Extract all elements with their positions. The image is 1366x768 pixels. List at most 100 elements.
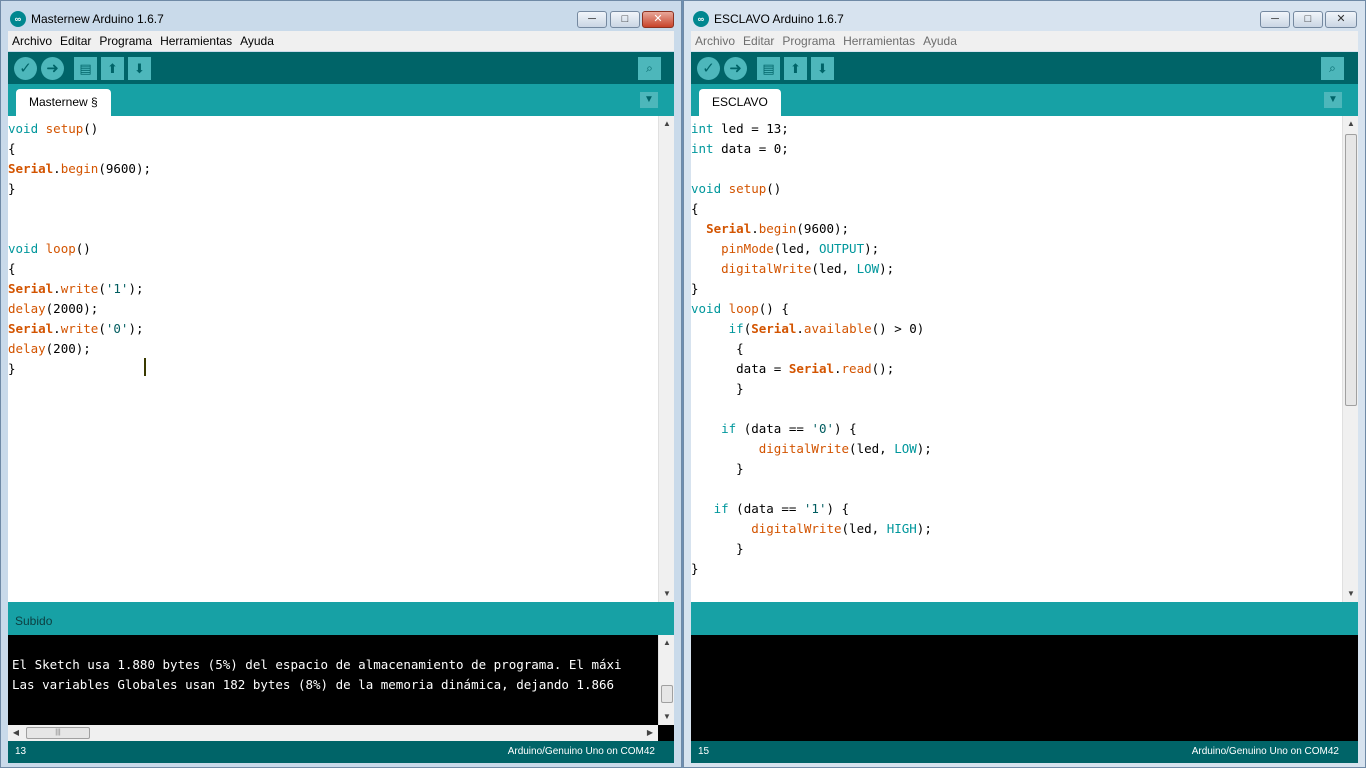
tab-masternew[interactable]: Masternew § — [16, 89, 111, 116]
scroll-down-icon[interactable]: ▼ — [659, 709, 674, 725]
new-button[interactable]: ▤ — [74, 57, 97, 80]
scroll-down-icon[interactable]: ▼ — [1343, 586, 1358, 602]
arrow-right-icon: ➜ — [46, 60, 59, 77]
scroll-thumb[interactable] — [1345, 134, 1357, 406]
menu-herramientas[interactable]: Herramientas — [839, 31, 919, 51]
menu-programa[interactable]: Programa — [95, 31, 156, 51]
menu-editar[interactable]: Editar — [739, 31, 778, 51]
tab-menu-button[interactable]: ▼ — [640, 92, 658, 108]
arrow-down-icon: ⬇ — [134, 61, 145, 76]
status-bar: Subido — [8, 602, 674, 635]
window-title: ESCLAVO Arduino 1.6.7 — [714, 12, 844, 26]
upload-button[interactable]: ➜ — [724, 57, 747, 80]
code-line: { — [8, 259, 656, 279]
minimize-button[interactable]: ─ — [577, 11, 607, 28]
scroll-up-icon[interactable]: ▲ — [659, 635, 674, 651]
arduino-logo-icon: ∞ — [693, 11, 709, 27]
close-button[interactable]: ✕ — [1325, 11, 1357, 28]
toolbar: ✓ ➜ ▤ ⬆ ⬇ ⌕ — [691, 52, 1358, 84]
code-token: '0' — [105, 321, 129, 336]
code-token: . — [796, 321, 804, 336]
scroll-thumb[interactable]: ||| — [26, 727, 90, 739]
menu-ayuda[interactable]: Ayuda — [919, 31, 961, 51]
menu-herramientas[interactable]: Herramientas — [156, 31, 236, 51]
check-icon: ✓ — [702, 60, 715, 77]
menu-programa[interactable]: Programa — [778, 31, 839, 51]
minimize-button[interactable]: ─ — [1260, 11, 1290, 28]
code-token: setup — [728, 181, 767, 196]
serial-monitor-button[interactable]: ⌕ — [638, 57, 661, 80]
code-line: } — [8, 179, 656, 199]
code-line: { — [8, 139, 656, 159]
code-token: void — [691, 181, 722, 196]
code-editor[interactable]: int led = 13; int data = 0; void setup(){ … — [691, 116, 1358, 602]
save-button[interactable]: ⬇ — [811, 57, 834, 80]
tab-esclavo[interactable]: ESCLAVO — [699, 89, 781, 116]
save-button[interactable]: ⬇ — [128, 57, 151, 80]
maximize-button[interactable]: □ — [610, 11, 640, 28]
check-icon: ✓ — [19, 60, 32, 77]
code-token: (led, — [841, 521, 887, 536]
code-token: '1' — [803, 501, 827, 516]
upload-button[interactable]: ➜ — [41, 57, 64, 80]
maximize-button[interactable]: □ — [1293, 11, 1323, 28]
code-token: (data == — [728, 501, 804, 516]
menu-archivo[interactable]: Archivo — [8, 31, 56, 51]
code-token: (led, — [811, 261, 857, 276]
chevron-down-icon: ▼ — [644, 94, 654, 105]
code-token: (9600); — [98, 161, 152, 176]
scroll-up-icon[interactable]: ▲ — [659, 116, 674, 132]
menu-ayuda[interactable]: Ayuda — [236, 31, 278, 51]
code-token: void — [8, 241, 39, 256]
console-output[interactable]: El Sketch usa 1.880 bytes (5%) del espac… — [8, 635, 674, 741]
console-horizontal-scrollbar[interactable]: ◀ ||| ▶ — [8, 725, 658, 741]
scroll-right-icon[interactable]: ▶ — [642, 725, 658, 741]
editor-vertical-scrollbar[interactable]: ▲ ▼ — [658, 116, 674, 602]
menu-bar: Archivo Editar Programa Herramientas Ayuda — [8, 31, 674, 51]
code-line: } — [691, 379, 1340, 399]
open-button[interactable]: ⬆ — [101, 57, 124, 80]
verify-button[interactable]: ✓ — [14, 57, 37, 80]
close-button[interactable]: ✕ — [642, 11, 674, 28]
code-token: delay — [8, 341, 46, 356]
code-token: ); — [128, 281, 144, 296]
code-area[interactable]: void setup(){Serial.begin(9600);} void lo… — [8, 119, 656, 379]
code-token: ); — [128, 321, 144, 336]
code-token: Serial — [788, 361, 834, 376]
scroll-left-icon[interactable]: ◀ — [8, 725, 24, 741]
code-token: begin — [758, 221, 797, 236]
scroll-down-icon[interactable]: ▼ — [659, 586, 674, 602]
magnifier-icon: ⌕ — [1329, 61, 1336, 75]
verify-button[interactable]: ✓ — [697, 57, 720, 80]
code-area[interactable]: int led = 13; int data = 0; void setup(){ … — [691, 119, 1340, 579]
code-token: digitalWrite — [758, 441, 850, 456]
code-line: } — [8, 359, 656, 379]
tab-menu-button[interactable]: ▼ — [1324, 92, 1342, 108]
code-editor[interactable]: void setup(){Serial.begin(9600);} void lo… — [8, 116, 674, 602]
arrow-right-icon: ➜ — [729, 60, 742, 77]
serial-monitor-button[interactable]: ⌕ — [1321, 57, 1344, 80]
console-vertical-scrollbar[interactable]: ▲ ▼ — [658, 635, 674, 725]
code-token: HIGH — [886, 521, 917, 536]
console-output[interactable] — [691, 635, 1358, 741]
code-token: ); — [879, 261, 895, 276]
code-token: int — [691, 121, 714, 136]
editor-vertical-scrollbar[interactable]: ▲ ▼ — [1342, 116, 1358, 602]
title-bar[interactable]: ∞ ESCLAVO Arduino 1.6.7 ─ □ ✕ — [684, 1, 1365, 31]
title-bar[interactable]: ∞ Masternew Arduino 1.6.7 ─ □ ✕ — [1, 1, 681, 31]
menu-archivo[interactable]: Archivo — [691, 31, 739, 51]
menu-editar[interactable]: Editar — [56, 31, 95, 51]
scroll-thumb[interactable] — [661, 685, 673, 703]
code-token: digitalWrite — [721, 261, 812, 276]
code-token: } — [8, 361, 16, 376]
scroll-up-icon[interactable]: ▲ — [1343, 116, 1358, 132]
code-token: } — [8, 181, 16, 196]
code-token: (data == — [736, 421, 812, 436]
new-button[interactable]: ▤ — [757, 57, 780, 80]
open-button[interactable]: ⬆ — [784, 57, 807, 80]
